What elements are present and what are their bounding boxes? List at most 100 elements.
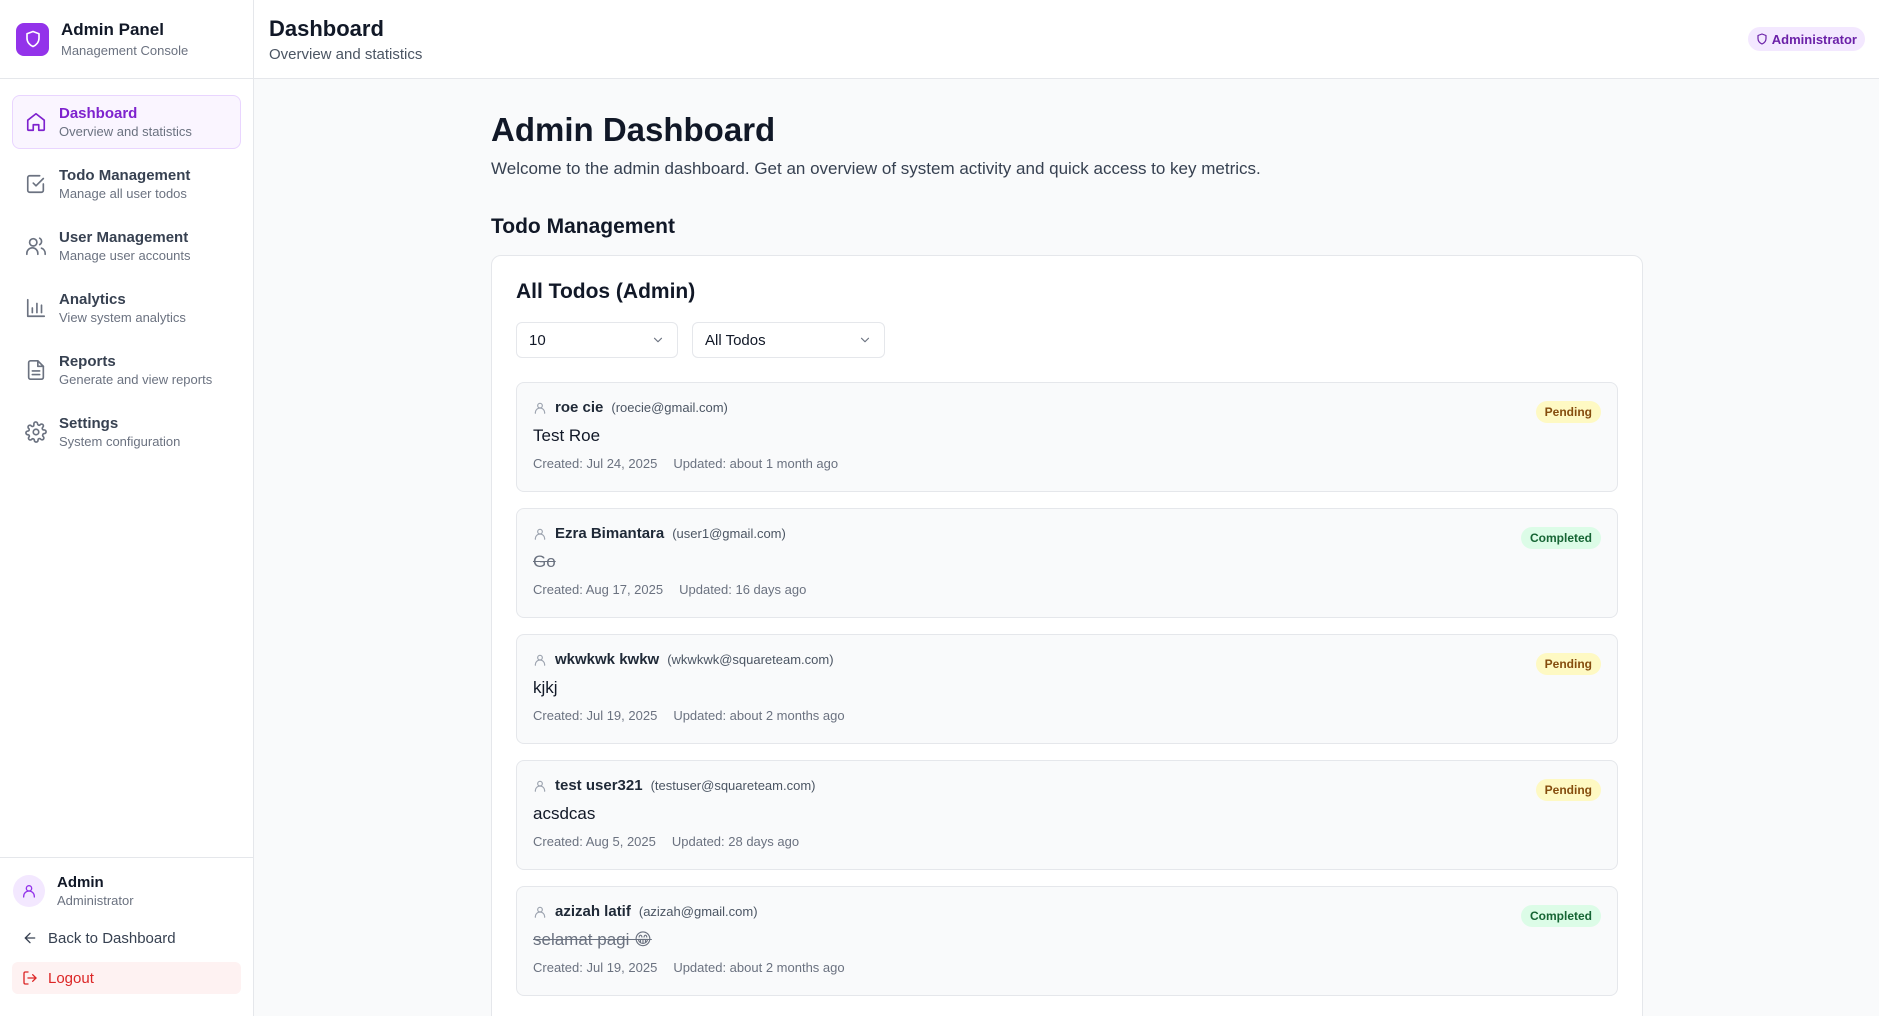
sidebar-item-label: Todo Management (59, 167, 191, 184)
todo-user-name: Ezra Bimantara (555, 525, 665, 542)
sidebar-item-label: Reports (59, 353, 116, 370)
topbar-subtitle: Overview and statistics (269, 45, 423, 63)
brand-title: Admin Panel (61, 20, 164, 39)
logout-icon (23, 971, 37, 985)
todo-created: Created: Aug 17, 2025 (533, 582, 664, 597)
sidebar-item-analytics[interactable]: Analytics View system analytics (12, 281, 241, 335)
todo-title: acsdcas (533, 804, 596, 823)
sidebar-item-user-management[interactable]: User Management Manage user accounts (12, 219, 241, 273)
shield-logo-icon (16, 22, 49, 56)
section-title: Todo Management (491, 215, 675, 238)
sidebar-item-desc: Overview and statistics (59, 124, 192, 139)
todo-item[interactable]: roe cie (roecie@gmail.com) Test Roe Crea… (516, 382, 1618, 492)
role-badge-label: Administrator (1771, 31, 1857, 47)
topbar-title: Dashboard (269, 15, 384, 41)
todo-title: kjkj (533, 678, 558, 697)
sidebar-item-label: Analytics (59, 291, 126, 308)
todo-created: Created: Jul 24, 2025 (533, 456, 658, 471)
user-icon (534, 402, 546, 414)
status-badge: Pending (1535, 401, 1601, 423)
todo-user-name: wkwkwk kwkw (555, 651, 660, 668)
chevron-down-icon (860, 337, 870, 343)
file-text-icon (25, 359, 47, 381)
user-icon (534, 528, 546, 540)
back-label: Back to Dashboard (48, 929, 176, 947)
user-role: Administrator (57, 893, 134, 908)
todo-updated: Updated: about 2 months ago (673, 960, 845, 975)
todo-created: Created: Aug 5, 2025 (533, 834, 656, 849)
check-square-icon (25, 173, 47, 195)
main-area: Dashboard Overview and statistics Admini… (254, 0, 1879, 1016)
filters: 10 All Todos (516, 322, 1618, 358)
page-description: Welcome to the admin dashboard. Get an o… (491, 159, 1261, 178)
card-title: All Todos (Admin) (516, 280, 696, 303)
todo-updated: Updated: about 1 month ago (673, 456, 839, 471)
todo-title: selamat pagi 😁 (533, 930, 652, 949)
todo-user-name: test user321 (555, 777, 643, 794)
user-name: Admin (57, 874, 104, 891)
todo-title: Go (533, 552, 556, 571)
bar-chart-icon (25, 297, 47, 319)
topbar: Dashboard Overview and statistics Admini… (254, 0, 1879, 79)
page-content: Admin Dashboard Welcome to the admin das… (254, 79, 1666, 1016)
user-icon (23, 885, 35, 898)
sidebar-item-dashboard[interactable]: Dashboard Overview and statistics (12, 95, 241, 149)
status-badge: Completed (1520, 527, 1601, 549)
status-badge: Pending (1535, 653, 1601, 675)
brand: Admin Panel Management Console (0, 0, 253, 79)
sidebar-item-desc: View system analytics (59, 310, 186, 325)
todo-user-email: (wkwkwk@squareteam.com) (667, 652, 834, 667)
sidebar-item-desc: System configuration (59, 434, 181, 449)
logout-button[interactable]: Logout (12, 962, 241, 994)
todo-item[interactable]: azizah latif (azizah@gmail.com) selamat … (516, 886, 1618, 996)
sidebar-item-todo-management[interactable]: Todo Management Manage all user todos (12, 157, 241, 211)
status-badge: Completed (1520, 905, 1601, 927)
page-size-select[interactable]: 10 (516, 322, 678, 358)
todo-user-email: (user1@gmail.com) (672, 526, 786, 541)
page-title: Admin Dashboard (491, 111, 776, 148)
sidebar-item-label: Settings (59, 415, 119, 432)
avatar (13, 875, 45, 907)
brand-subtitle: Management Console (61, 43, 189, 58)
todo-user-name: roe cie (555, 399, 604, 416)
user-icon (534, 654, 546, 666)
gear-icon (25, 421, 47, 443)
sidebar-item-desc: Generate and view reports (59, 372, 213, 387)
status-badge: Pending (1535, 779, 1601, 801)
todo-created: Created: Jul 19, 2025 (533, 708, 658, 723)
todo-item[interactable]: test user321 (testuser@squareteam.com) a… (516, 760, 1618, 870)
todos-card: All Todos (Admin) 10 All Todos roe cie (… (491, 255, 1643, 1016)
sidebar-footer: Admin Administrator Back to Dashboard Lo… (0, 857, 253, 1016)
sidebar-item-reports[interactable]: Reports Generate and view reports (12, 343, 241, 397)
arrow-left-icon (24, 932, 36, 944)
shield-icon (1757, 33, 1767, 45)
chevron-down-icon (653, 337, 663, 343)
role-badge: Administrator (1747, 27, 1865, 51)
todo-item[interactable]: wkwkwk kwkw (wkwkwk@squareteam.com) kjkj… (516, 634, 1618, 744)
user-icon (534, 780, 546, 792)
todo-user-name: azizah latif (555, 903, 631, 920)
home-icon (25, 111, 47, 133)
todo-user-email: (azizah@gmail.com) (638, 904, 758, 919)
sidebar-item-label: User Management (59, 229, 189, 246)
sidebar-nav: Dashboard Overview and statistics Todo M… (0, 79, 253, 857)
sidebar-item-desc: Manage all user todos (59, 186, 187, 201)
sidebar-item-settings[interactable]: Settings System configuration (12, 405, 241, 459)
app-root: Admin Panel Management Console Dashboard… (0, 0, 1879, 1016)
user-profile: Admin Administrator (12, 874, 241, 908)
page-size-value: 10 (529, 331, 546, 349)
todo-updated: Updated: 28 days ago (671, 834, 800, 849)
back-to-dashboard-button[interactable]: Back to Dashboard (12, 922, 241, 954)
todo-filter-select[interactable]: All Todos (692, 322, 885, 358)
todo-updated: Updated: about 2 months ago (673, 708, 845, 723)
logout-label: Logout (48, 969, 94, 987)
sidebar: Admin Panel Management Console Dashboard… (0, 0, 254, 1016)
sidebar-item-label: Dashboard (59, 105, 138, 122)
todo-user-email: (testuser@squareteam.com) (650, 778, 816, 793)
todo-item[interactable]: Ezra Bimantara (user1@gmail.com) Go Crea… (516, 508, 1618, 618)
todo-created: Created: Jul 19, 2025 (533, 960, 658, 975)
todo-filter-value: All Todos (705, 331, 766, 349)
users-icon (25, 235, 47, 257)
user-icon (534, 906, 546, 918)
todo-user-email: (roecie@gmail.com) (611, 400, 728, 415)
